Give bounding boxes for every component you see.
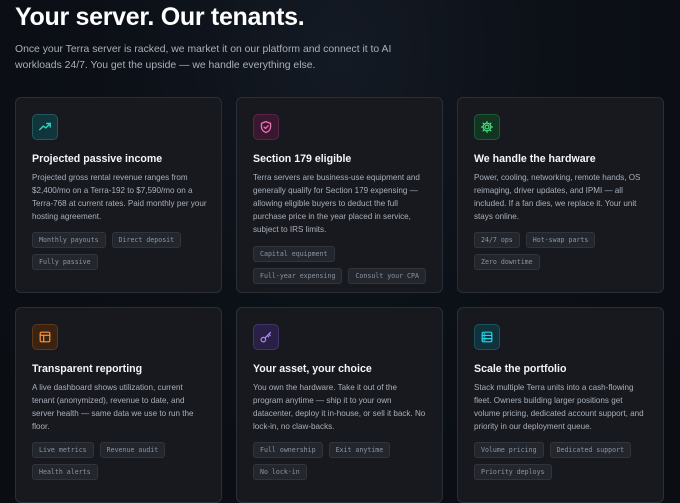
feature-card-reporting: Transparent reporting A live dashboard s… <box>15 307 222 503</box>
card-title: We handle the hardware <box>474 153 596 165</box>
card-body: You own the hardware. Take it out of the… <box>253 383 426 432</box>
tag: Exit anytime <box>328 442 391 459</box>
tag: Health alerts <box>32 464 98 481</box>
tag: Priority deploys <box>474 464 552 481</box>
tag: 24/7 ops <box>474 232 520 249</box>
tag: Capital equipment <box>253 245 335 262</box>
card-body: Power, cooling, networking, remote hands… <box>474 173 641 222</box>
page-subtitle: Once your Terra server is racked, we mar… <box>15 44 392 72</box>
feature-card-section-179: Section 179 eligible Terra servers are b… <box>236 97 443 293</box>
page-title: Your server. Our tenants. <box>15 3 305 31</box>
tag: Fully passive <box>32 254 98 271</box>
card-title: Scale the portfolio <box>474 363 567 375</box>
tag: Live metrics <box>32 442 94 459</box>
card-title: Transparent reporting <box>32 363 143 375</box>
tag-list: 24/7 ops Hot-swap parts Zero downtime <box>474 232 649 271</box>
tag: Monthly payouts <box>32 232 106 249</box>
key-icon <box>253 324 279 350</box>
tag: Zero downtime <box>474 254 540 271</box>
tag-list: Full ownership Exit anytime No lock-in <box>253 442 428 481</box>
card-title: Section 179 eligible <box>253 153 352 165</box>
gear-icon <box>474 114 500 140</box>
tag: No lock-in <box>253 464 307 481</box>
tag: Consult your CPA <box>348 267 426 284</box>
card-title: Projected passive income <box>32 153 163 165</box>
shield-icon <box>253 114 279 140</box>
card-body: Terra servers are business-use equipment… <box>253 173 420 235</box>
layout-icon <box>32 324 58 350</box>
tag-list: Live metrics Revenue audit Health alerts <box>32 442 207 481</box>
tag: Volume pricing <box>474 442 544 459</box>
feature-card-hardware: We handle the hardware Power, cooling, n… <box>457 97 664 293</box>
feature-card-ownership: Your asset, your choice You own the hard… <box>236 307 443 503</box>
feature-card-portfolio: Scale the portfolio Stack multiple Terra… <box>457 307 664 503</box>
card-body: Stack multiple Terra units into a cash-f… <box>474 383 644 432</box>
tag: Dedicated support <box>549 442 632 459</box>
tag-list: Monthly payouts Direct deposit Fully pas… <box>32 232 207 271</box>
tag: Direct deposit <box>111 232 182 249</box>
tag-list: Volume pricing Dedicated support Priorit… <box>474 442 649 481</box>
features-grid: Projected passive income Projected gross… <box>15 97 664 503</box>
tag-list: Capital equipment Full-year expensing Co… <box>253 245 428 284</box>
trending-up-icon <box>32 114 58 140</box>
card-body: Projected gross rental revenue ranges fr… <box>32 173 207 222</box>
tag: Revenue audit <box>99 442 166 459</box>
feature-card-passive-income: Projected passive income Projected gross… <box>15 97 222 293</box>
tag: Hot-swap parts <box>525 232 596 249</box>
card-title: Your asset, your choice <box>253 363 372 375</box>
tag: Full ownership <box>253 442 323 459</box>
card-body: A live dashboard shows utilization, curr… <box>32 383 194 432</box>
tag: Full-year expensing <box>253 267 343 284</box>
server-icon <box>474 324 500 350</box>
